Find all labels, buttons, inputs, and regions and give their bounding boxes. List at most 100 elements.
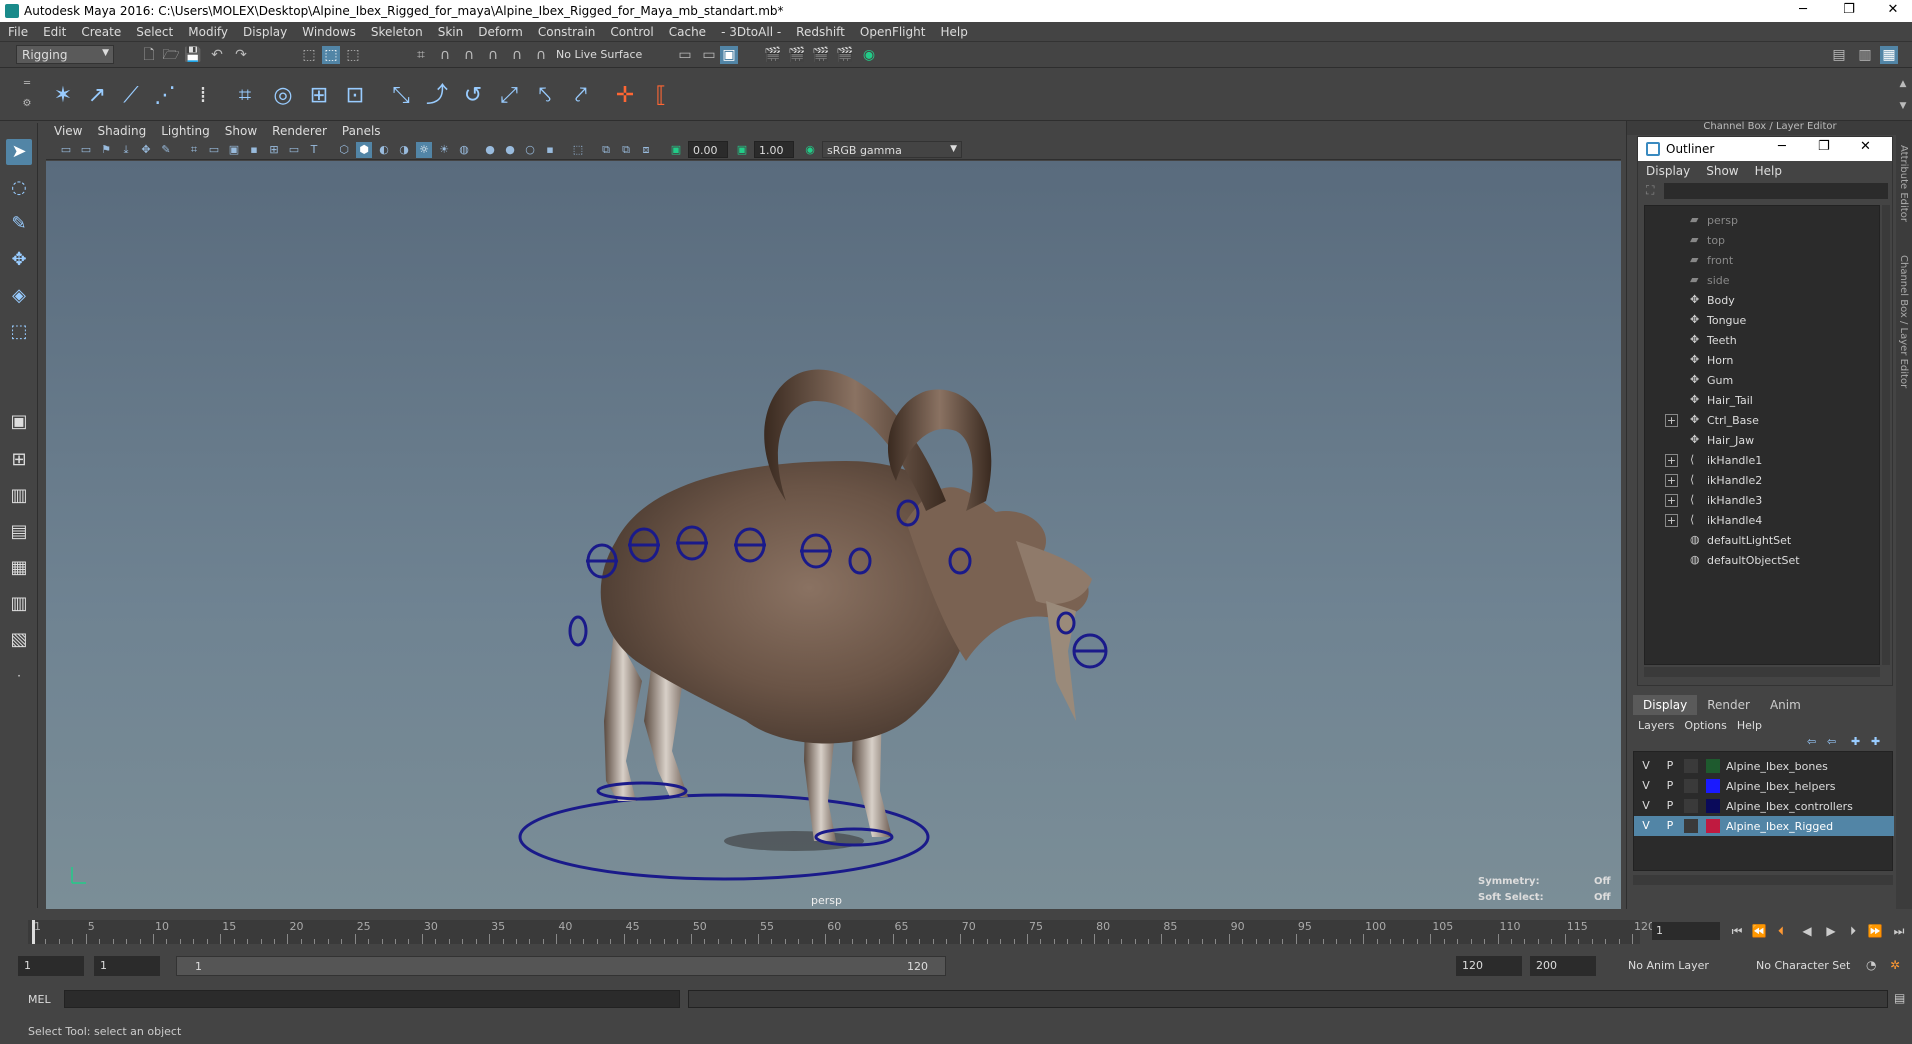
select-component-icon[interactable]: ⬚ xyxy=(344,46,362,64)
filter-icon[interactable]: ⛶ xyxy=(1646,183,1654,198)
outliner-item[interactable]: ✥ Hair_Tail xyxy=(1645,390,1881,410)
expand-icon[interactable]: + xyxy=(1665,454,1678,467)
tab-render[interactable]: Render xyxy=(1697,695,1760,715)
rotate-tool-icon[interactable]: ◈ xyxy=(6,283,32,309)
play-forwards-icon[interactable]: ▶ xyxy=(1822,922,1840,940)
snap-view-icon[interactable]: ∩ xyxy=(484,46,502,64)
shelf-gear-icon[interactable]: ⚙ xyxy=(18,95,36,113)
bracket-locator-icon[interactable]: ⟦ xyxy=(646,81,676,111)
layer-row[interactable]: V P Alpine_Ibex_helpers xyxy=(1634,776,1894,796)
redo-icon[interactable]: ↷ xyxy=(232,46,250,64)
wrap-icon[interactable]: ⊞ xyxy=(304,81,334,111)
outliner-item[interactable]: + ⟨ ikHandle4 xyxy=(1645,510,1881,530)
move-layer-up-icon[interactable]: ⇦ xyxy=(1807,735,1816,748)
menu-edit[interactable]: Edit xyxy=(35,22,73,39)
time-slider-track[interactable]: 1 5 10 15 20 25 30 35 40 45 50 55 60 65 70 75 80 85 90 95 10… xyxy=(28,920,1655,944)
layer-menu-options[interactable]: Options xyxy=(1681,717,1733,732)
auto-key-icon[interactable]: ◔ xyxy=(1866,958,1876,972)
outliner-item[interactable]: ◍ defaultObjectSet xyxy=(1645,550,1881,570)
restore-button[interactable]: ❐ xyxy=(1834,2,1864,20)
layer-visibility-toggle[interactable]: V xyxy=(1638,799,1654,812)
menu-select[interactable]: Select xyxy=(128,22,180,39)
layer-visibility-toggle[interactable]: V xyxy=(1638,759,1654,772)
smooth-shade-icon[interactable]: ⬢ xyxy=(356,142,372,158)
cluster-icon[interactable]: ◎ xyxy=(268,81,298,111)
outliner-item[interactable]: ✥ Tongue xyxy=(1645,310,1881,330)
single-perspective-icon[interactable]: ▣ xyxy=(6,409,32,435)
paint-select-icon[interactable]: ✎ xyxy=(6,211,32,237)
ambient-occlusion-icon[interactable]: ◍ xyxy=(456,142,472,158)
outliner-vertical-scrollbar[interactable] xyxy=(1882,205,1890,665)
construction-history-icon[interactable]: ▭ xyxy=(676,46,694,64)
animation-start-field[interactable]: 1 xyxy=(18,956,84,976)
new-layer-icon[interactable]: ✚ xyxy=(1851,735,1860,748)
layer-horizontal-scrollbar[interactable] xyxy=(1633,875,1893,885)
select-object-icon[interactable]: ⬚ xyxy=(322,46,340,64)
hud-icon[interactable]: ⧈ xyxy=(638,142,654,158)
close-button[interactable]: ✕ xyxy=(1878,2,1908,20)
go-to-end-icon[interactable]: ⏭ xyxy=(1890,922,1908,940)
go-to-start-icon[interactable]: ⏮ xyxy=(1728,922,1746,940)
tab-anim[interactable]: Anim xyxy=(1760,695,1811,715)
resolution-gate-icon[interactable]: ▣ xyxy=(226,142,242,158)
layer-row[interactable]: V P Alpine_Ibex_controllers xyxy=(1634,796,1894,816)
layer-color-swatch[interactable] xyxy=(1706,819,1720,833)
render-current-icon[interactable]: 🎬 xyxy=(788,46,806,64)
outliner-item[interactable]: ▰ front xyxy=(1645,250,1881,270)
outliner-item[interactable]: ✥ Body xyxy=(1645,290,1881,310)
select-hierarchy-icon[interactable]: ⬚ xyxy=(300,46,318,64)
new-scene-icon[interactable]: 🗋 xyxy=(140,46,158,64)
shadows-icon[interactable]: ☀ xyxy=(436,142,452,158)
outliner-item[interactable]: + ⟨ ikHandle3 xyxy=(1645,490,1881,510)
expand-icon[interactable]: + xyxy=(1665,414,1678,427)
snap-surface-icon[interactable]: ∩ xyxy=(508,46,526,64)
menu-skeleton[interactable]: Skeleton xyxy=(363,22,430,39)
anim-layer-dropdown[interactable]: No Anim Layer xyxy=(1622,956,1752,976)
blendshape-icon[interactable]: ⊡ xyxy=(340,81,370,111)
vp-menu-view[interactable]: View xyxy=(46,122,89,138)
gamma-icon[interactable]: ▣ xyxy=(734,142,750,158)
outliner-item[interactable]: + ✥ Ctrl_Base xyxy=(1645,410,1881,430)
step-back-frame-icon[interactable]: ⏴ xyxy=(1772,922,1790,940)
layer-menu-layers[interactable]: Layers xyxy=(1635,717,1681,732)
render-settings-icon[interactable]: 🎬 xyxy=(836,46,854,64)
isolate-select-icon[interactable]: ⬚ xyxy=(570,142,586,158)
script-editor-icon[interactable]: ▤ xyxy=(1894,991,1905,1005)
gamma-field[interactable]: 1.00 xyxy=(754,141,794,158)
color-management-icon[interactable]: ◉ xyxy=(802,142,818,158)
outliner-item[interactable]: ▰ top xyxy=(1645,230,1881,250)
expand-icon[interactable]: + xyxy=(1665,514,1678,527)
expand-icon[interactable]: + xyxy=(1665,494,1678,507)
point-constraint-icon[interactable]: ⤡ xyxy=(386,81,416,111)
bookmark-icon[interactable]: ⚑ xyxy=(98,142,114,158)
outliner-search-input[interactable] xyxy=(1664,183,1888,199)
layer-playback-toggle[interactable]: P xyxy=(1662,759,1678,772)
menu-skin[interactable]: Skin xyxy=(430,22,471,39)
play-backwards-icon[interactable]: ◀ xyxy=(1798,922,1816,940)
outliner-menu-show[interactable]: Show xyxy=(1698,161,1746,178)
current-time-indicator[interactable] xyxy=(32,920,35,944)
outliner-restore-button[interactable]: ❐ xyxy=(1818,139,1830,154)
snap-grid-icon[interactable]: ⌗ xyxy=(412,46,430,64)
workspace-icon[interactable]: ▤ xyxy=(1830,46,1848,64)
aim-constraint-icon[interactable]: ⤴ xyxy=(422,81,452,111)
playback-end-field[interactable]: 120 xyxy=(1456,956,1522,976)
wireframe-on-shaded-icon[interactable]: ◐ xyxy=(376,142,392,158)
command-input[interactable] xyxy=(64,990,680,1008)
grid-icon[interactable]: ⌗ xyxy=(186,142,202,158)
step-back-key-icon[interactable]: ⏪ xyxy=(1750,922,1768,940)
outliner-item[interactable]: ✥ Gum xyxy=(1645,370,1881,390)
locator-icon[interactable]: ✛ xyxy=(610,81,640,111)
exposure-field[interactable]: 0.00 xyxy=(688,141,728,158)
film-gate-icon[interactable]: ▭ xyxy=(206,142,222,158)
create-joint-icon[interactable]: ✶ xyxy=(48,81,78,111)
layer-color-swatch[interactable] xyxy=(1706,799,1720,813)
snap-point-icon[interactable]: ∩ xyxy=(460,46,478,64)
menu-windows[interactable]: Windows xyxy=(294,22,363,39)
wireframe-icon[interactable]: ⬡ xyxy=(336,142,352,158)
tab-display[interactable]: Display xyxy=(1633,695,1698,715)
more-layouts-icon[interactable]: · xyxy=(6,663,32,689)
persp-outliner-icon[interactable]: ▥ xyxy=(6,483,32,509)
magnet-icon[interactable]: ∩ xyxy=(532,46,550,64)
snap-curve-icon[interactable]: ∩ xyxy=(436,46,454,64)
